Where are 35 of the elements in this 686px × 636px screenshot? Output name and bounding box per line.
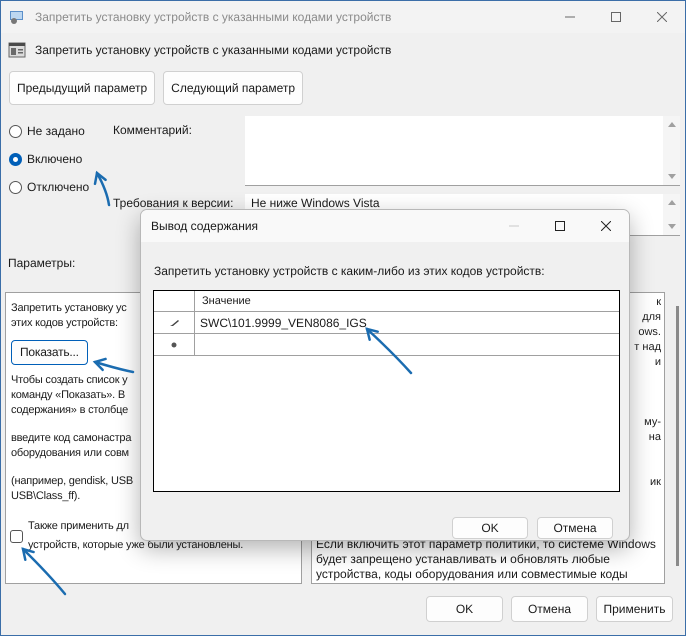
- help-text: на: [648, 430, 661, 445]
- state-radio[interactable]: Не задано: [9, 121, 113, 141]
- options-label: Параметры:: [8, 255, 76, 272]
- options-text: Запретить установку ус этих кодов устройств:: [11, 301, 127, 331]
- help-text: ows.: [638, 325, 661, 340]
- table-cell[interactable]: SWC\101.9999_VEN8086_IGS: [195, 312, 619, 333]
- help-text: устройства, коды оборудования или совместимые коды: [316, 567, 628, 582]
- version-label: Требования к версии:: [113, 195, 234, 212]
- dialog-button[interactable]: Отмена: [537, 517, 613, 539]
- options-text: (например, gendisk, USB USB\Class_ff).: [11, 474, 134, 504]
- help-text: будет запрещено устанавливать и обновлять любые: [316, 552, 610, 567]
- dialog-title: Вывод содержания: [151, 218, 258, 235]
- nav-button[interactable]: Следующий параметр: [163, 71, 304, 105]
- help-text: к: [656, 295, 661, 310]
- dialog-button[interactable]: OK: [426, 596, 503, 622]
- policy-name: Запретить установку устройств с указанными кодами устройств: [35, 42, 392, 59]
- comment-label: Комментарий:: [113, 122, 193, 139]
- options-text: введите код самонастра оборудования или совм: [11, 431, 132, 461]
- dialog-button[interactable]: Отмена: [511, 596, 588, 622]
- state-radio[interactable]: Включено: [9, 149, 113, 169]
- options-text: Чтобы создать список у команду «Показать». В содержания» в столбце: [11, 373, 128, 418]
- help-text: т над: [634, 340, 661, 355]
- dialog-button[interactable]: OK: [452, 517, 528, 539]
- help-text: и: [654, 355, 661, 370]
- nav-button[interactable]: Предыдущий параметр: [9, 71, 156, 105]
- show-button[interactable]: Показать...: [11, 340, 88, 365]
- help-text: му-: [644, 415, 661, 430]
- dialog-prompt: Запретить установку устройств с каким-либо из этих кодов устройств:: [154, 263, 546, 280]
- help-text: для: [642, 310, 661, 325]
- help-text: ик: [650, 475, 661, 490]
- column-header[interactable]: Значение: [195, 291, 619, 311]
- checkbox-label: Также применить дл устройств, которые уже были установлены.: [28, 519, 244, 553]
- state-radio[interactable]: Отключено: [9, 177, 113, 197]
- window-title: Запретить установку устройств с указанными кодами устройств: [35, 9, 392, 26]
- dialog-button[interactable]: Применить: [596, 596, 673, 622]
